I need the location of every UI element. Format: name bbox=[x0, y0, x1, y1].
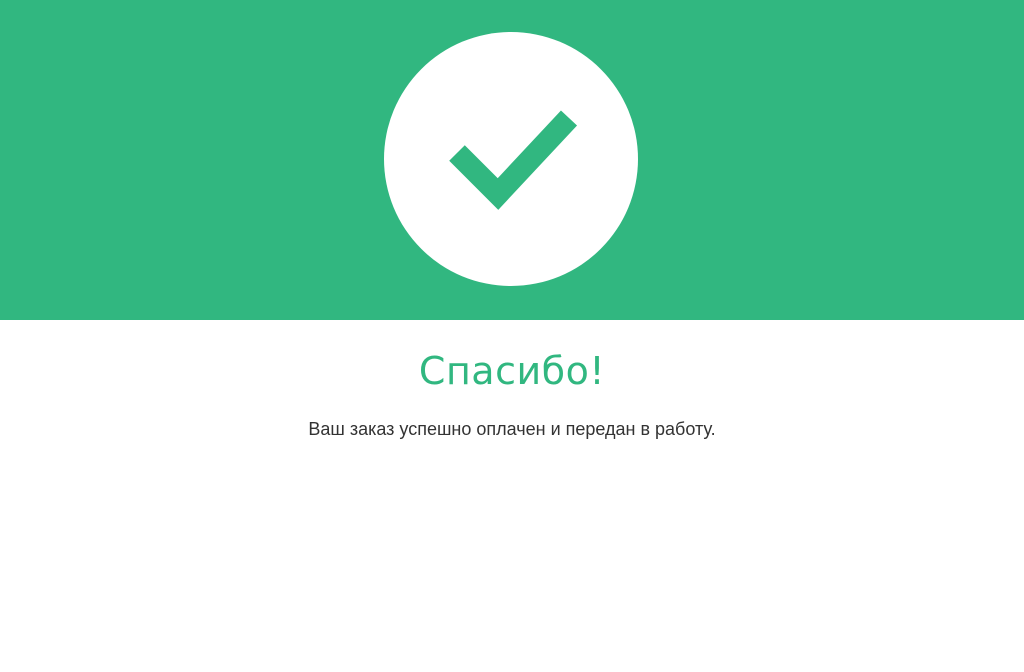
success-circle bbox=[384, 32, 638, 286]
success-banner bbox=[0, 0, 1024, 320]
checkmark-icon bbox=[449, 110, 578, 210]
thank-you-title: Спасибо! bbox=[418, 349, 606, 393]
order-status-message: Ваш заказ успешно оплачен и передан в ра… bbox=[308, 419, 716, 439]
